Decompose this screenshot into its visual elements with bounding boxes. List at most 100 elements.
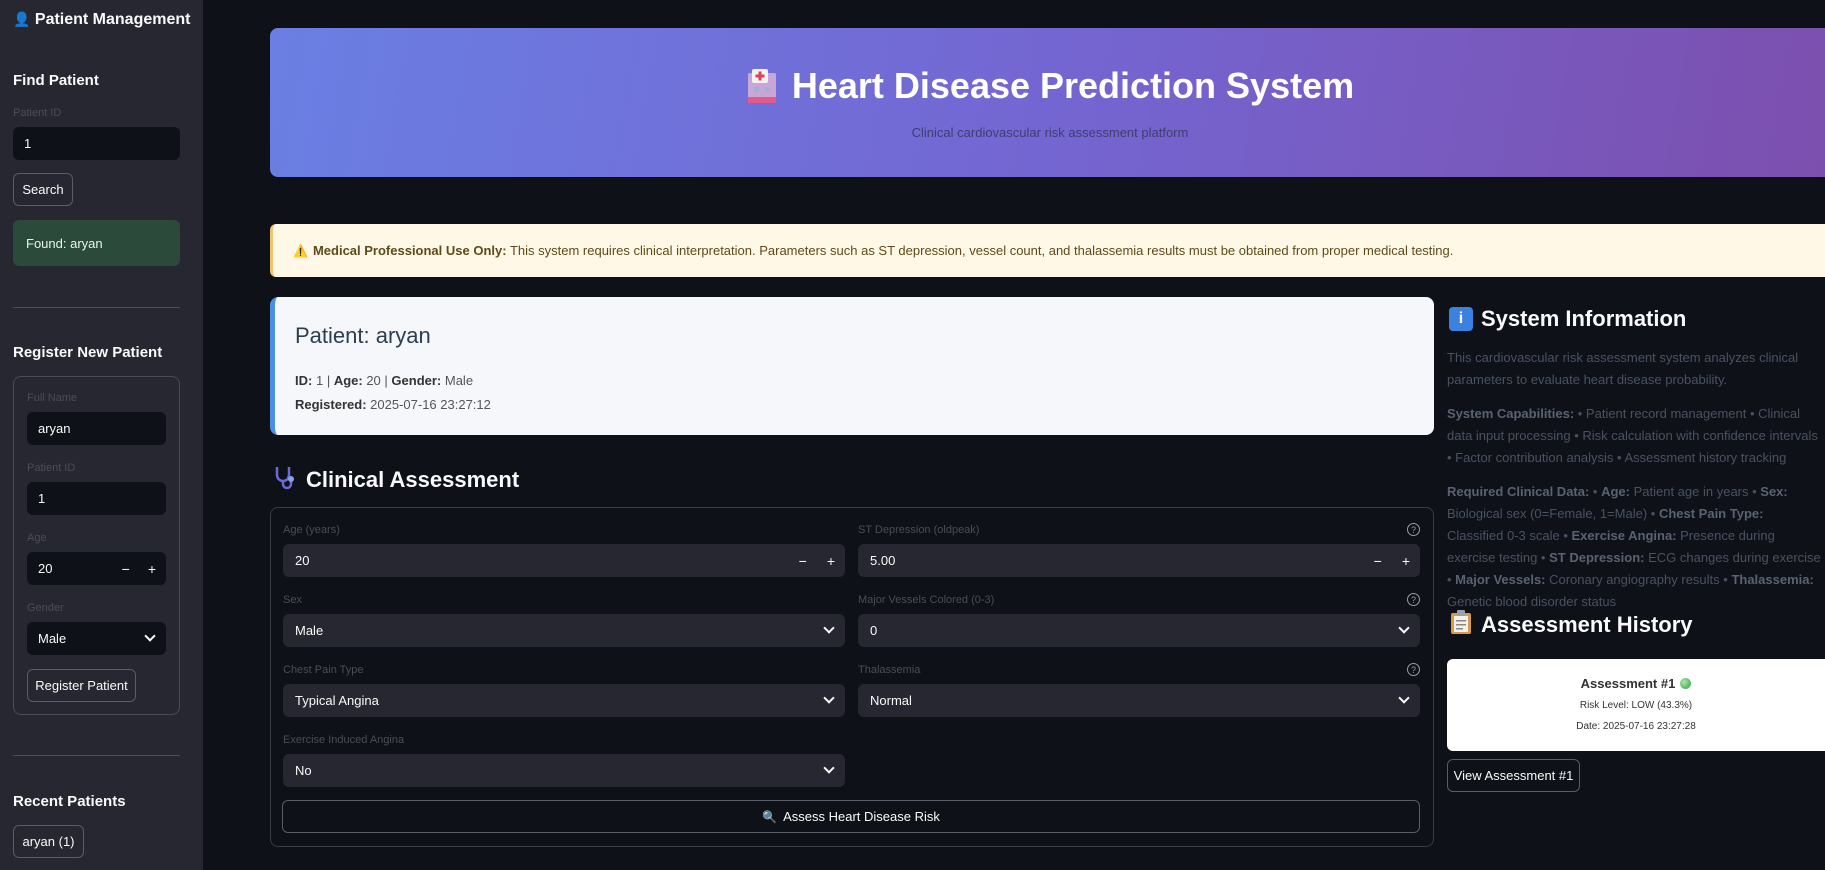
plus-icon[interactable]: + xyxy=(1402,553,1410,569)
required-item-label: Sex: xyxy=(1760,484,1788,499)
person-icon: 👤 xyxy=(13,11,31,27)
st-stepper-buttons: − + xyxy=(1374,544,1410,577)
reg-gender-label: Gender xyxy=(27,602,64,614)
vessels-label: Major Vessels Colored (0-3) xyxy=(858,594,995,606)
system-info-intro: This cardiovascular risk assessment syst… xyxy=(1447,350,1799,387)
page-subtitle: Clinical cardiovascular risk assessment … xyxy=(911,125,1189,140)
search-button[interactable]: Search xyxy=(13,173,73,206)
required-item-text: Patient age in years • xyxy=(1629,484,1761,499)
required-item-label: Major Vessels: xyxy=(1455,572,1546,587)
clinical-assessment-heading: Clinical Assessment xyxy=(272,464,519,496)
register-patient-button[interactable]: Register Patient xyxy=(27,669,136,702)
assessment-history-heading: Assessment History xyxy=(1449,609,1693,641)
age-stepper[interactable]: 20 − + xyxy=(283,544,845,577)
age-stepper-buttons: − + xyxy=(799,544,835,577)
patient-age-label: Age: xyxy=(333,373,363,388)
magnifier-icon: 🔍 xyxy=(762,809,778,824)
required-item-label: Chest Pain Type: xyxy=(1658,506,1764,521)
patient-details: ID: 1 | Age: 20 | Gender: Male xyxy=(295,373,474,388)
reg-age-value: 20 xyxy=(38,561,53,576)
required-item-text: Genetic blood disorder status xyxy=(1447,594,1617,609)
sex-label: Sex xyxy=(283,594,302,606)
assessment-date: Date: 2025-07-16 23:27:28 xyxy=(1576,721,1696,732)
warning-icon: ⚠️ xyxy=(293,243,308,258)
st-depression-stepper[interactable]: 5.00 − + xyxy=(858,544,1420,577)
recent-patient-item[interactable]: aryan (1) xyxy=(13,825,84,858)
sidebar-divider xyxy=(13,307,180,308)
patient-card: Patient: aryan ID: 1 | Age: 20 | Gender:… xyxy=(270,297,1434,435)
required-item-label: Age: xyxy=(1601,484,1630,499)
exercise-angina-label: Exercise Induced Angina xyxy=(283,734,405,746)
reg-id-label: Patient ID xyxy=(27,462,76,474)
find-patient-id-input[interactable]: 1 xyxy=(13,127,180,160)
sex-value: Male xyxy=(295,623,324,638)
required-data-label: Required Clinical Data: xyxy=(1447,484,1590,499)
minus-icon[interactable]: − xyxy=(122,561,130,577)
reg-name-input[interactable]: aryan xyxy=(27,412,166,445)
thalassemia-label: Thalassemia xyxy=(858,664,921,676)
patient-registered-value: 2025-07-16 23:27:12 xyxy=(370,397,491,412)
vessels-select[interactable]: 0 xyxy=(858,614,1420,647)
recent-patients-heading: Recent Patients xyxy=(13,793,126,810)
help-icon[interactable]: ? xyxy=(1407,663,1420,676)
system-information-heading: i System Information xyxy=(1449,306,1686,332)
reg-age-label: Age xyxy=(27,532,47,544)
sidebar: 👤 Patient Management Find Patient Patien… xyxy=(0,0,203,870)
vessels-value: 0 xyxy=(870,623,878,638)
exercise-angina-value: No xyxy=(295,763,312,778)
assessment-risk-level: Risk Level: LOW (43.3%) xyxy=(1579,700,1693,711)
page-title-text: Heart Disease Prediction System xyxy=(791,65,1355,106)
register-heading: Register New Patient xyxy=(13,344,163,361)
patient-age-value: 20 xyxy=(366,373,381,388)
patient-gender-label: Gender: xyxy=(391,373,442,388)
minus-icon[interactable]: − xyxy=(1374,553,1382,569)
chevron-down-icon xyxy=(823,622,835,634)
reg-id-input[interactable]: 1 xyxy=(27,482,166,515)
patient-id-label: ID: xyxy=(295,373,313,388)
chevron-down-icon xyxy=(1398,692,1410,704)
assessment-history-title: Assessment History xyxy=(1481,612,1693,637)
help-icon[interactable]: ? xyxy=(1407,523,1420,536)
reg-age-stepper-buttons: − + xyxy=(122,552,156,585)
exercise-angina-select[interactable]: No xyxy=(283,754,845,787)
warning-bold-text: Medical Professional Use Only: xyxy=(312,243,507,258)
age-value: 20 xyxy=(295,553,310,568)
minus-icon[interactable]: − xyxy=(799,553,807,569)
plus-icon[interactable]: + xyxy=(827,553,835,569)
patient-id-value: 1 xyxy=(315,373,324,388)
required-item-label: Exercise Angina: xyxy=(1571,528,1677,543)
assess-risk-label: Assess Heart Disease Risk xyxy=(783,809,940,824)
view-assessment-button[interactable]: View Assessment #1 xyxy=(1447,759,1580,792)
find-patient-id-label: Patient ID xyxy=(13,107,62,119)
assess-risk-button[interactable]: 🔍 Assess Heart Disease Risk xyxy=(282,800,1420,833)
patient-heading: Patient: aryan xyxy=(295,323,431,348)
chevron-down-icon xyxy=(823,692,835,704)
patient-registered-label: Registered: xyxy=(295,397,367,412)
capabilities-label: System Capabilities: xyxy=(1447,406,1575,421)
required-item-text: Biological sex (0=Female, 1=Male) • xyxy=(1447,506,1659,521)
hospital-icon xyxy=(746,67,778,105)
found-patient-alert: Found: aryan xyxy=(13,220,180,266)
chest-pain-select[interactable]: Typical Angina xyxy=(283,684,845,717)
reg-age-stepper[interactable]: 20 − + xyxy=(27,552,166,585)
chest-pain-value: Typical Angina xyxy=(295,693,379,708)
medical-warning-alert: ⚠️ Medical Professional Use Only: This s… xyxy=(270,224,1825,277)
required-item-text: Classified 0-3 scale • xyxy=(1447,528,1572,543)
plus-icon[interactable]: + xyxy=(148,561,156,577)
thalassemia-select[interactable]: Normal xyxy=(858,684,1420,717)
warning-text: This system requires clinical interpreta… xyxy=(506,243,1454,258)
find-patient-heading: Find Patient xyxy=(13,72,99,89)
assessment-history-card: Assessment #1 Risk Level: LOW (43.3%) Da… xyxy=(1447,659,1825,751)
required-item-label: Thalassemia: xyxy=(1731,572,1814,587)
patient-registered: Registered: 2025-07-16 23:27:12 xyxy=(295,397,491,412)
assessment-card-title-text: Assessment #1 xyxy=(1580,676,1676,691)
clinical-assessment-title: Clinical Assessment xyxy=(306,467,520,492)
stethoscope-icon xyxy=(272,464,298,496)
help-icon[interactable]: ? xyxy=(1407,593,1420,606)
reg-gender-select[interactable]: Male xyxy=(27,622,166,655)
required-item-text: Coronary angiography results • xyxy=(1545,572,1732,587)
clipboard-icon xyxy=(1449,609,1473,641)
thalassemia-value: Normal xyxy=(870,693,912,708)
sex-select[interactable]: Male xyxy=(283,614,845,647)
required-clinical-data: Required Clinical Data: • Age: Patient a… xyxy=(1447,484,1821,609)
